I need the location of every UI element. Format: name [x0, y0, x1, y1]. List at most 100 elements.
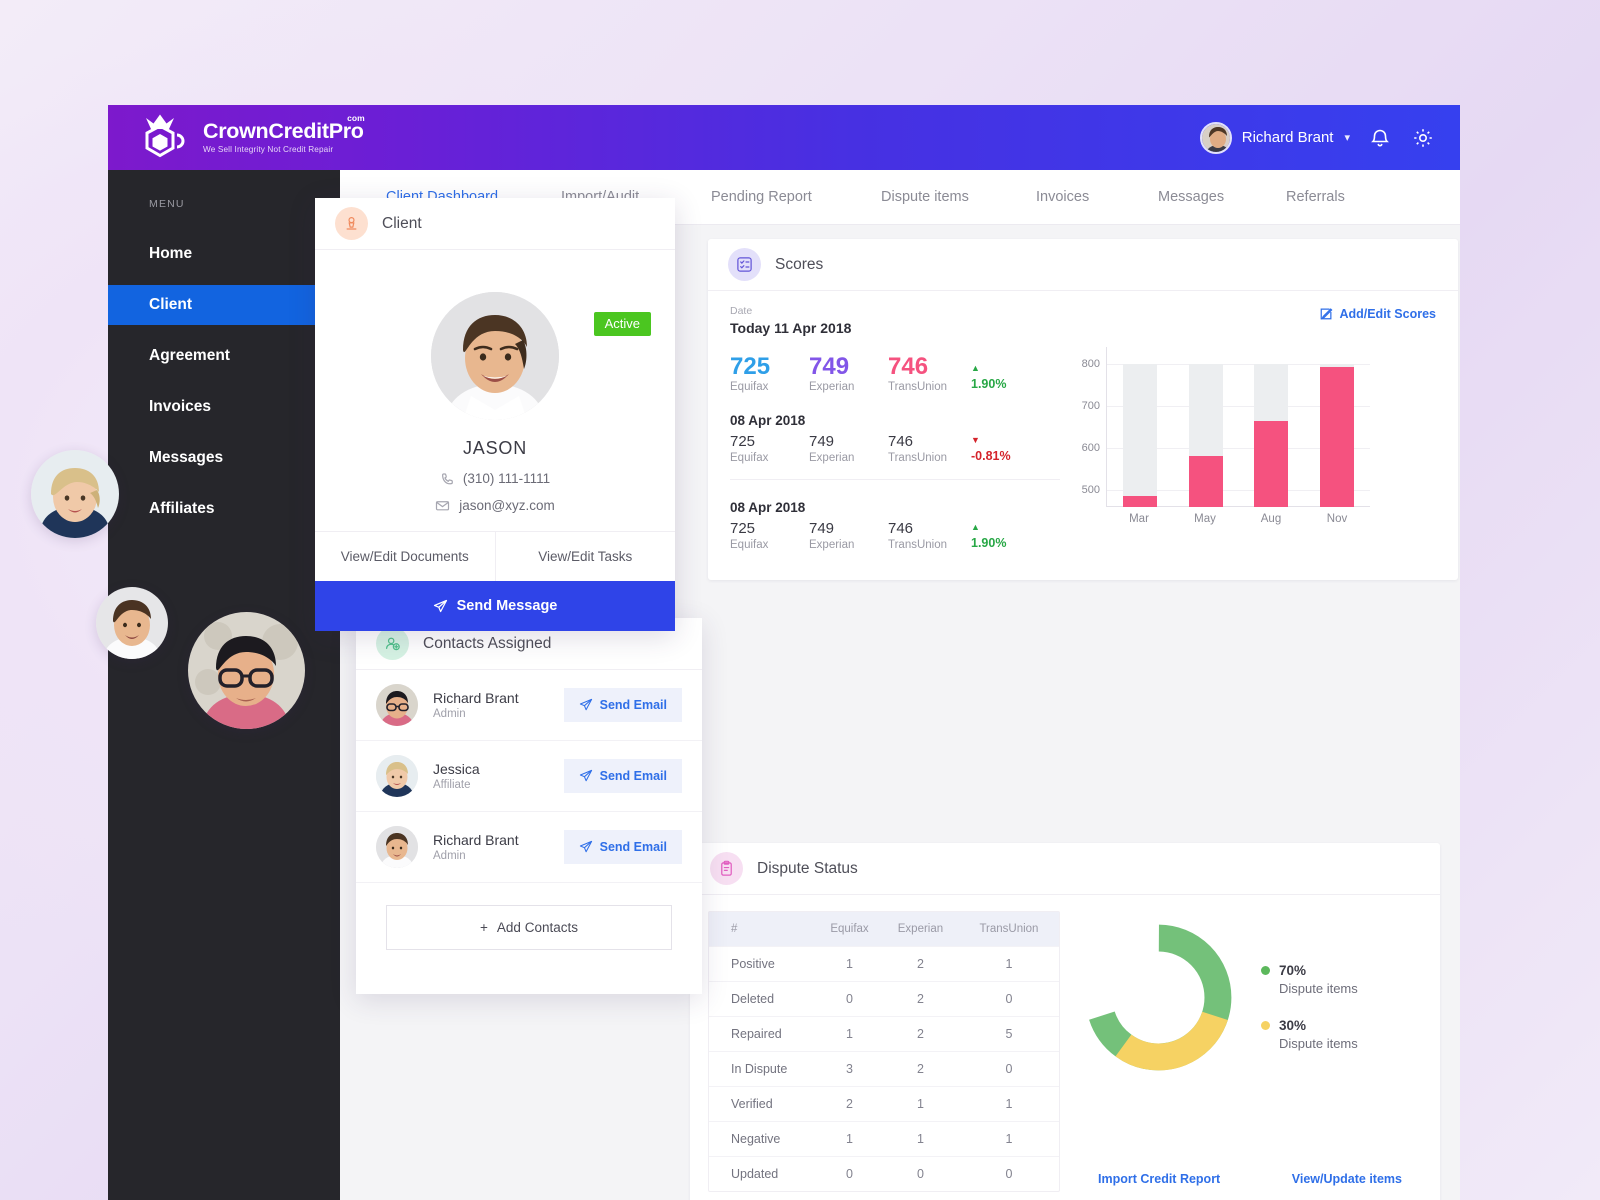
legend-sublabel: Dispute items: [1279, 981, 1358, 996]
score-value: 746: [888, 433, 914, 451]
send-email-label: Send Email: [599, 769, 667, 783]
dispute-status-card: Dispute Status # Equifax Experian TransU…: [690, 843, 1440, 1200]
cell-label: Negative: [709, 1121, 817, 1157]
table-row: In Dispute 3 2 0: [709, 1051, 1059, 1087]
cell-equifax: 1: [817, 1016, 882, 1052]
legend-item-70: 70% Dispute items: [1261, 963, 1358, 996]
cell-label: Deleted: [709, 981, 817, 1017]
add-edit-scores-label: Add/Edit Scores: [1339, 307, 1436, 321]
tab-invoices[interactable]: Invoices: [1030, 189, 1152, 205]
score-delta: ▲ 1.90%: [967, 354, 1037, 393]
triangle-up-icon: ▲: [971, 363, 980, 373]
floating-avatar-bubble-3: [188, 612, 305, 729]
send-message-button[interactable]: Send Message: [315, 581, 675, 631]
sidebar-item-label: Home: [149, 245, 193, 262]
bell-icon[interactable]: [1367, 125, 1393, 151]
bar-value-mar[interactable]: [1122, 495, 1157, 507]
score-cell-experian: 749 Experian: [809, 434, 888, 464]
sidebar-item-affiliates[interactable]: Affiliates: [108, 489, 340, 529]
client-card-title: Client: [382, 214, 422, 232]
bar-slot-mar: [1107, 347, 1173, 507]
contact-info: Richard Brant Admin: [433, 832, 549, 862]
table-row: Updated 0 0 0: [709, 1156, 1059, 1191]
cell-experian: 2: [882, 1051, 959, 1087]
dispute-card-header: Dispute Status: [690, 843, 1440, 895]
cell-transunion: 0: [958, 981, 1059, 1017]
floating-avatar-bubble-1: [31, 450, 119, 538]
score-value: 725: [730, 353, 771, 380]
client-name: JASON: [462, 438, 527, 458]
sidebar-item-invoices[interactable]: Invoices: [108, 387, 340, 427]
avatar-blonde-woman: [31, 450, 119, 538]
score-bureau: Equifax: [730, 381, 769, 394]
sidebar-item-messages[interactable]: Messages: [108, 438, 340, 478]
score-value: 746: [888, 520, 914, 538]
send-email-button[interactable]: Send Email: [563, 830, 682, 864]
phone-icon: [440, 472, 454, 486]
x-tick-label: Aug: [1260, 513, 1282, 525]
add-contacts-button[interactable]: + Add Contacts: [386, 905, 672, 950]
tab-dispute-items[interactable]: Dispute items: [875, 189, 1030, 205]
legend-percent: 70%: [1279, 963, 1307, 978]
legend-percent: 30%: [1279, 1018, 1307, 1033]
score-delta: ▲ 1.90%: [967, 521, 1037, 552]
table-row: Negative 1 1 1: [709, 1121, 1059, 1157]
cell-label: In Dispute: [709, 1051, 817, 1087]
contact-name: Jessica: [433, 761, 480, 777]
view-edit-documents-button[interactable]: View/Edit Documents: [315, 532, 495, 581]
send-email-button[interactable]: Send Email: [563, 759, 682, 793]
contact-role: Affiliate: [433, 779, 471, 791]
score-delta-value: 1.90%: [971, 377, 1007, 391]
client-card-body: Active JASON (310) 111-1111 jason@xyz.co…: [315, 250, 675, 531]
score-value: 749: [809, 520, 835, 538]
tab-pending-report[interactable]: Pending Report: [705, 189, 875, 205]
x-tick-label: May: [1194, 513, 1216, 525]
score-bureau: Experian: [809, 538, 855, 551]
score-cell-equifax: 725 Equifax: [730, 521, 809, 551]
user-menu[interactable]: Richard Brant ▾: [1199, 121, 1350, 154]
avatar: [376, 755, 418, 797]
triangle-up-icon: ▲: [971, 522, 980, 533]
bar-value-aug[interactable]: [1254, 420, 1289, 507]
score-bureau: Experian: [809, 451, 855, 464]
client-phone-row: (310) 111-1111: [339, 471, 651, 486]
add-edit-scores-button[interactable]: Add/Edit Scores: [1319, 307, 1436, 321]
view-edit-tasks-button[interactable]: View/Edit Tasks: [494, 532, 676, 581]
cell-transunion: 1: [958, 946, 1059, 982]
bar-value-nov[interactable]: [1320, 366, 1355, 507]
table-row: Repaired 1 2 5: [709, 1016, 1059, 1052]
client-card-header: Client: [315, 198, 675, 250]
sidebar-item-home[interactable]: Home: [108, 234, 340, 274]
cell-transunion: 1: [958, 1121, 1059, 1157]
score-delta-value: 1.90%: [971, 536, 1007, 551]
client-photo: [431, 292, 559, 420]
cell-transunion: 5: [958, 1016, 1059, 1052]
contact-row-1: Richard Brant Admin Send Email: [356, 670, 702, 741]
plus-icon: +: [480, 920, 488, 935]
tab-messages[interactable]: Messages: [1152, 189, 1280, 205]
score-bureau: TransUnion: [888, 451, 948, 464]
column-header-equifax: Equifax: [817, 912, 882, 947]
legend-item-30: 30% Dispute items: [1261, 1018, 1358, 1051]
cell-transunion: 1: [958, 1086, 1059, 1122]
tab-label: Messages: [1158, 189, 1225, 205]
avatar-young-man-glasses: [188, 612, 305, 729]
tab-referrals[interactable]: Referrals: [1280, 189, 1351, 205]
view-update-items-link[interactable]: View/Update items: [1292, 1172, 1402, 1186]
sidebar-item-label: Invoices: [149, 398, 212, 415]
gear-icon[interactable]: [1410, 125, 1436, 151]
sidebar-item-label: Client: [149, 296, 193, 313]
cell-experian: 2: [882, 981, 959, 1017]
contact-row-3: Richard Brant Admin Send Email: [356, 812, 702, 883]
send-email-button[interactable]: Send Email: [563, 688, 682, 722]
sidebar-item-agreement[interactable]: Agreement: [108, 336, 340, 376]
contact-role: Admin: [433, 708, 466, 720]
score-value: 749: [809, 353, 850, 380]
score-value: 725: [730, 433, 756, 451]
contact-info: Jessica Affiliate: [433, 761, 549, 791]
sidebar-item-client[interactable]: Client: [108, 285, 340, 325]
bar-value-may[interactable]: [1188, 456, 1223, 507]
score-bureau: TransUnion: [888, 381, 948, 394]
brand-logo[interactable]: CrownCreditPro com We Sell Integrity Not …: [144, 113, 365, 163]
import-credit-report-link[interactable]: Import Credit Report: [1098, 1172, 1220, 1186]
